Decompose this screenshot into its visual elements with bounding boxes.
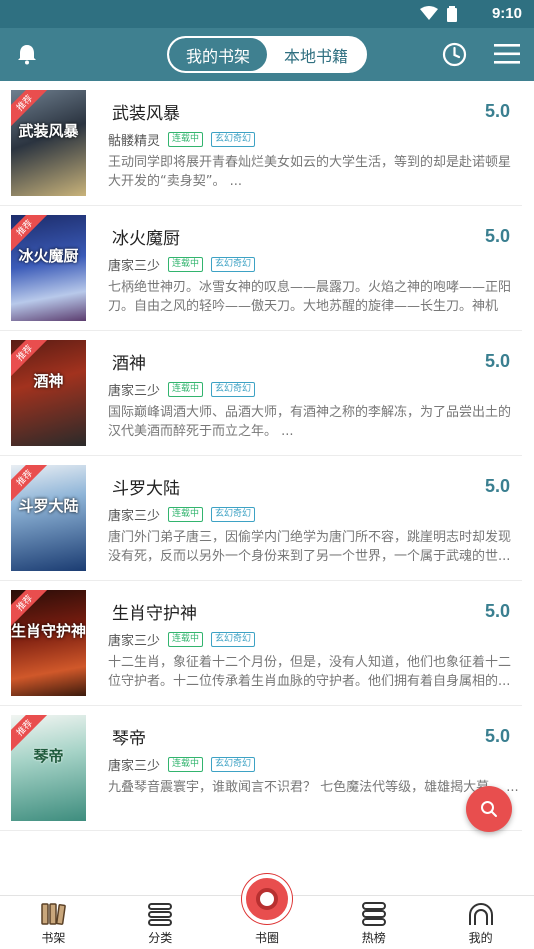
book-author: 唐家三少 (108, 634, 161, 649)
book-item[interactable]: 推荐 琴帝 琴帝 5.0 唐家三少 连载中 玄幻奇幻 九叠琴音震寰宇，谁敢闻言不… (0, 706, 522, 831)
status-badge: 连载中 (168, 507, 204, 522)
book-author: 唐家三少 (108, 759, 161, 774)
book-cover[interactable]: 推荐 冰火魔厨 (11, 215, 86, 321)
search-button[interactable] (466, 786, 512, 832)
book-author: 骷髅精灵 (108, 134, 161, 149)
cover-title: 酒神 (33, 372, 64, 390)
book-cover[interactable]: 推荐 琴帝 (11, 715, 86, 821)
book-meta: 唐家三少 连载中 玄幻奇幻 (108, 255, 263, 274)
book-meta: 骷髅精灵 连载中 玄幻奇幻 (108, 130, 263, 149)
cover-title: 琴帝 (33, 747, 64, 765)
book-rating: 5.0 (484, 476, 510, 496)
tab-category[interactable]: 分类 (107, 896, 214, 949)
genre-badge: 玄幻奇幻 (211, 257, 256, 272)
cover-title: 武装风暴 (18, 122, 79, 140)
genre-badge: 玄幻奇幻 (211, 757, 256, 772)
cover-title: 生肖守护神 (11, 622, 86, 640)
category-icon (148, 903, 173, 926)
book-rating: 5.0 (484, 726, 510, 746)
book-item[interactable]: 推荐 酒神 酒神 5.0 唐家三少 连载中 玄幻奇幻 国际巅峰调酒大师、品酒大师… (0, 331, 522, 456)
genre-badge: 玄幻奇幻 (211, 132, 256, 147)
book-title[interactable]: 冰火魔厨 (112, 224, 180, 249)
genre-badge: 玄幻奇幻 (211, 507, 256, 522)
genre-badge: 玄幻奇幻 (211, 382, 256, 397)
circle-icon (241, 874, 292, 924)
book-cover[interactable]: 推荐 斗罗大陆 (11, 465, 86, 571)
profile-icon (468, 903, 493, 925)
menu-icon[interactable] (494, 43, 520, 65)
book-list: 推荐 武装风暴 武装风暴 5.0 骷髅精灵 连载中 玄幻奇幻 王动同学即将展开青… (0, 81, 534, 831)
book-item[interactable]: 推荐 生肖守护神 生肖守护神 5.0 唐家三少 连载中 玄幻奇幻 十二生肖，象征… (0, 581, 522, 706)
status-badge: 连载中 (168, 132, 204, 147)
book-author: 唐家三少 (108, 384, 161, 399)
book-title[interactable]: 武装风暴 (112, 99, 180, 124)
status-badge: 连载中 (168, 632, 204, 647)
tab-label: 热榜 (361, 931, 386, 945)
book-rating: 5.0 (484, 601, 510, 621)
book-meta: 唐家三少 连载中 玄幻奇幻 (108, 380, 263, 399)
tab-book-circle[interactable]: 书圈 (214, 874, 321, 949)
shelf-toggle: 我的书架 本地书籍 (167, 36, 367, 73)
cover-title: 斗罗大陆 (18, 497, 79, 515)
status-badge: 连载中 (168, 757, 204, 772)
book-description: 王动同学即将展开青春灿烂美女如云的大学生活，等到的却是赴诺顿星大开发的“卖身契”… (108, 155, 512, 189)
book-item[interactable]: 推荐 武装风暴 武装风暴 5.0 骷髅精灵 连载中 玄幻奇幻 王动同学即将展开青… (0, 81, 522, 206)
book-rating: 5.0 (484, 101, 510, 121)
tab-label: 书圈 (254, 931, 279, 945)
book-meta: 唐家三少 连载中 玄幻奇幻 (108, 755, 263, 774)
book-title[interactable]: 生肖守护神 (112, 599, 197, 624)
book-cover[interactable]: 推荐 武装风暴 (11, 90, 86, 196)
tab-ranking[interactable]: 热榜 (320, 896, 427, 949)
book-rating: 5.0 (484, 351, 510, 371)
search-icon (481, 801, 497, 817)
book-description: 九叠琴音震寰宇，谁敢闻言不识君？ 七色魔法代等级，雄雄揭大幕。 ... (108, 780, 519, 795)
book-description: 唐门外门弟子唐三，因偷学内门绝学为唐门所不容，跳崖明志时却发现没有死，反而以另外… (108, 530, 512, 564)
book-title[interactable]: 酒神 (112, 349, 146, 374)
status-badge: 连载中 (168, 382, 204, 397)
notification-icon[interactable] (15, 42, 39, 66)
status-time: 9:10 (491, 5, 522, 22)
book-description: 国际巅峰调酒大师、品酒大师，有酒神之称的李解冻，为了品尝出土的汉代美酒而醉死于而… (108, 405, 512, 439)
header: 我的书架 本地书籍 (0, 28, 534, 81)
tab-bookshelf[interactable]: 书架 (0, 896, 107, 949)
book-title[interactable]: 斗罗大陆 (112, 474, 180, 499)
tab-label: 分类 (148, 931, 173, 945)
book-author: 唐家三少 (108, 259, 161, 274)
book-meta: 唐家三少 连载中 玄幻奇幻 (108, 505, 263, 524)
history-icon[interactable] (442, 42, 467, 67)
book-cover[interactable]: 推荐 生肖守护神 (11, 590, 86, 696)
book-item[interactable]: 推荐 冰火魔厨 冰火魔厨 5.0 唐家三少 连载中 玄幻奇幻 七柄绝世神刃。冰雪… (0, 206, 522, 331)
bookshelf-icon (41, 903, 67, 925)
book-meta: 唐家三少 连载中 玄幻奇幻 (108, 630, 263, 649)
battery-icon (447, 6, 457, 22)
book-rating: 5.0 (484, 226, 510, 246)
book-description: 十二生肖，象征着十二个月份，但是，没有人知道，他们也象征着十二位守护者。十二位传… (108, 655, 512, 689)
tab-label: 书架 (41, 931, 66, 945)
wifi-icon (420, 6, 438, 20)
tab-profile[interactable]: 我的 (427, 896, 534, 949)
book-author: 唐家三少 (108, 509, 161, 524)
status-bar: 9:10 (0, 0, 534, 28)
bottom-tab-bar: 书架 分类 书圈 热榜 我的 (0, 874, 534, 949)
tab-local-books[interactable]: 本地书籍 (267, 38, 365, 71)
book-item[interactable]: 推荐 斗罗大陆 斗罗大陆 5.0 唐家三少 连载中 玄幻奇幻 唐门外门弟子唐三，… (0, 456, 522, 581)
book-description: 七柄绝世神刃。冰雪女神的叹息——晨露刀。火焰之神的咆哮——正阳刀。自由之风的轻吟… (108, 280, 512, 314)
genre-badge: 玄幻奇幻 (211, 632, 256, 647)
book-cover[interactable]: 推荐 酒神 (11, 340, 86, 446)
book-title[interactable]: 琴帝 (112, 724, 146, 749)
tab-label: 我的 (468, 931, 493, 945)
status-badge: 连载中 (168, 257, 204, 272)
ranking-icon (361, 902, 386, 926)
cover-title: 冰火魔厨 (18, 247, 79, 265)
tab-my-shelf[interactable]: 我的书架 (169, 38, 267, 71)
